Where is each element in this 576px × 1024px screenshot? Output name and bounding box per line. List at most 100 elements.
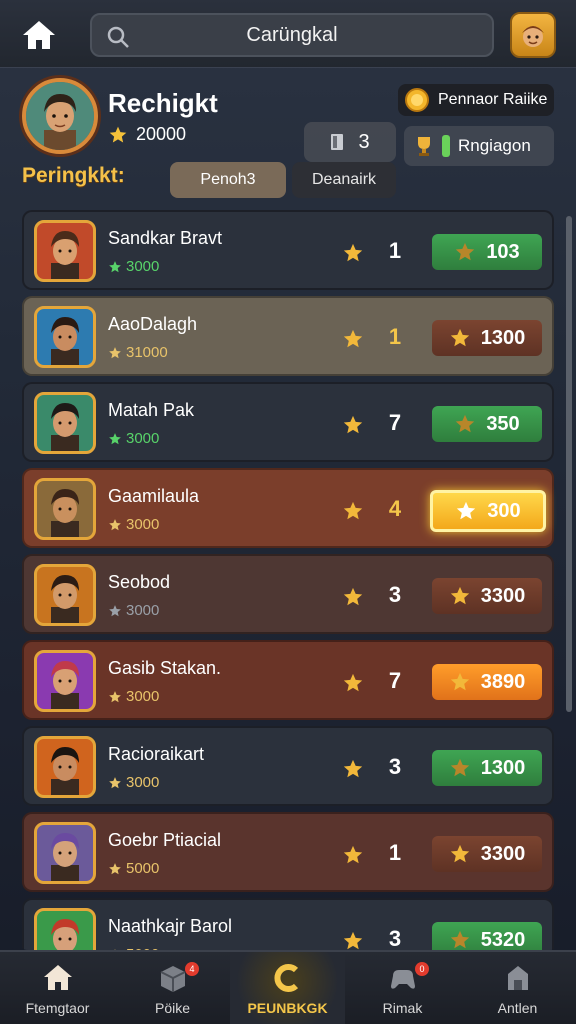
leaderboard-row[interactable]: Seobod 3000 3 3300 (22, 554, 554, 634)
row-points-button[interactable]: 3300 (432, 836, 542, 872)
player-coins-value: 20000 (136, 124, 187, 144)
search-bar[interactable] (90, 13, 494, 57)
leaderboard-row[interactable]: Matah Pak 3000 7 350 (22, 382, 554, 462)
row-score-value: 3000 (126, 602, 160, 619)
nav-item-ranking[interactable]: PEUNBKGK (230, 952, 345, 1024)
home-button[interactable] (18, 14, 60, 56)
star-icon (456, 242, 475, 261)
list-scrollbar[interactable] (566, 216, 572, 712)
row-points-value: 103 (486, 240, 520, 263)
row-rank: 4 (388, 496, 402, 521)
row-rank: 3 (388, 926, 402, 950)
avatar-menu-button[interactable] (510, 12, 556, 58)
ranking-icon (274, 964, 298, 992)
region-pill[interactable]: Rngiagon (404, 126, 554, 166)
nav-item-home[interactable]: Ftemgtaor (0, 952, 115, 1024)
rank-star-icon (343, 415, 363, 434)
star-icon (456, 414, 475, 433)
row-points-button[interactable]: 1300 (432, 320, 542, 356)
row-rank: 1 (388, 238, 402, 263)
row-score-value: 3000 (126, 516, 160, 533)
coin-icon (405, 88, 429, 112)
leaderboard-list[interactable]: Sandkar Bravt 3000 1 103 AaoDalagh 31000 (18, 206, 560, 950)
notification-badge: 0 (415, 962, 429, 976)
leaderboard-row[interactable]: Racioraikart 3000 3 1300 (22, 726, 554, 806)
row-rank: 3 (388, 582, 402, 607)
search-input[interactable] (92, 15, 492, 55)
row-points-button[interactable]: 5320 (432, 922, 542, 950)
row-points-value: 3300 (480, 842, 526, 865)
row-score: 5000 (108, 860, 159, 877)
tab-second[interactable]: Deanairk (292, 162, 396, 198)
row-rank: 1 (388, 840, 402, 865)
row-score: 3000 (108, 258, 159, 275)
leaderboard-row[interactable]: Sandkar Bravt 3000 1 103 (22, 210, 554, 290)
leaderboard-row[interactable]: Goebr Ptiacial 5000 1 3300 (22, 812, 554, 892)
star-icon (450, 586, 469, 605)
bar-icon (442, 135, 450, 157)
row-player-name: Gasib Stakan. (108, 658, 222, 678)
row-player-name: Goebr Ptiacial (108, 830, 222, 850)
rank-star-icon (343, 845, 363, 864)
row-score: 31000 (108, 344, 168, 361)
star-icon (109, 862, 121, 874)
character-face-icon (522, 26, 544, 47)
row-points-button[interactable]: 3300 (432, 578, 542, 614)
row-player-name: Sandkar Bravt (108, 228, 223, 248)
leaderboard-row[interactable]: Gasib Stakan. 3000 7 3890 (22, 640, 554, 720)
row-avatar (34, 908, 96, 950)
premium-pill-label: Pennaor Raiike (438, 91, 548, 108)
row-points-value: 5320 (480, 928, 526, 951)
row-avatar (34, 478, 96, 540)
rank-star-icon (343, 931, 363, 950)
star-icon (457, 501, 476, 520)
row-score: 3000 (108, 688, 159, 705)
row-rank: 7 (388, 410, 402, 435)
region-pill-label: Rngiagon (458, 136, 531, 155)
nav-item-box[interactable]: 4 Pöike (115, 952, 230, 1024)
rank-star-icon (343, 759, 363, 778)
building-icon (507, 966, 528, 990)
row-player-name: Gaamilaula (108, 486, 200, 506)
search-icon (107, 26, 129, 48)
leaderboard-row[interactable]: AaoDalagh 31000 1 1300 (22, 296, 554, 376)
row-avatar (34, 564, 96, 626)
row-player-name: Naathkajr Barol (108, 916, 233, 936)
star-icon (450, 328, 469, 347)
star-icon (109, 604, 121, 616)
tab-first[interactable]: Penoh3 (170, 162, 286, 198)
row-points-button[interactable]: 300 (430, 490, 546, 532)
star-icon (109, 776, 121, 788)
player-avatar-image (26, 82, 94, 150)
premium-pill[interactable]: Pennaor Raiike (398, 84, 554, 116)
row-score-value: 3000 (126, 688, 160, 705)
nav-label: Ftemgtaor (25, 1000, 90, 1016)
star-icon (109, 126, 127, 142)
document-icon (331, 134, 344, 150)
star-icon (109, 346, 121, 358)
rank-star-icon (343, 673, 363, 692)
row-player-name: Racioraikart (108, 744, 205, 764)
row-avatar (34, 220, 96, 282)
row-points-value: 1300 (480, 756, 526, 779)
player-avatar[interactable] (22, 78, 98, 154)
row-points-button[interactable]: 350 (432, 406, 542, 442)
nav-item-building[interactable]: Antlen (460, 952, 575, 1024)
nav-item-controller[interactable]: 0 Rimak (345, 952, 460, 1024)
player-rank-box: 3 (304, 122, 396, 162)
row-avatar (34, 822, 96, 884)
row-points-button[interactable]: 1300 (432, 750, 542, 786)
star-icon (109, 432, 121, 444)
row-points-value: 300 (487, 499, 521, 522)
row-score-value: 3000 (126, 774, 160, 791)
home-icon (43, 965, 72, 990)
row-score-value: 3000 (126, 430, 160, 447)
row-points-value: 3890 (480, 670, 526, 693)
star-icon (109, 690, 121, 702)
leaderboard-row[interactable]: Naathkajr Barol 5000 3 5320 (22, 898, 554, 950)
bottom-navigation: Ftemgtaor 4 Pöike PEUNBKGK 0 Rimak Antle… (0, 950, 576, 1024)
row-points-button[interactable]: 103 (432, 234, 542, 270)
leaderboard-row[interactable]: Gaamilaula 3000 4 300 (22, 468, 554, 548)
row-points-button[interactable]: 3890 (432, 664, 542, 700)
rank-star-icon (343, 329, 363, 348)
